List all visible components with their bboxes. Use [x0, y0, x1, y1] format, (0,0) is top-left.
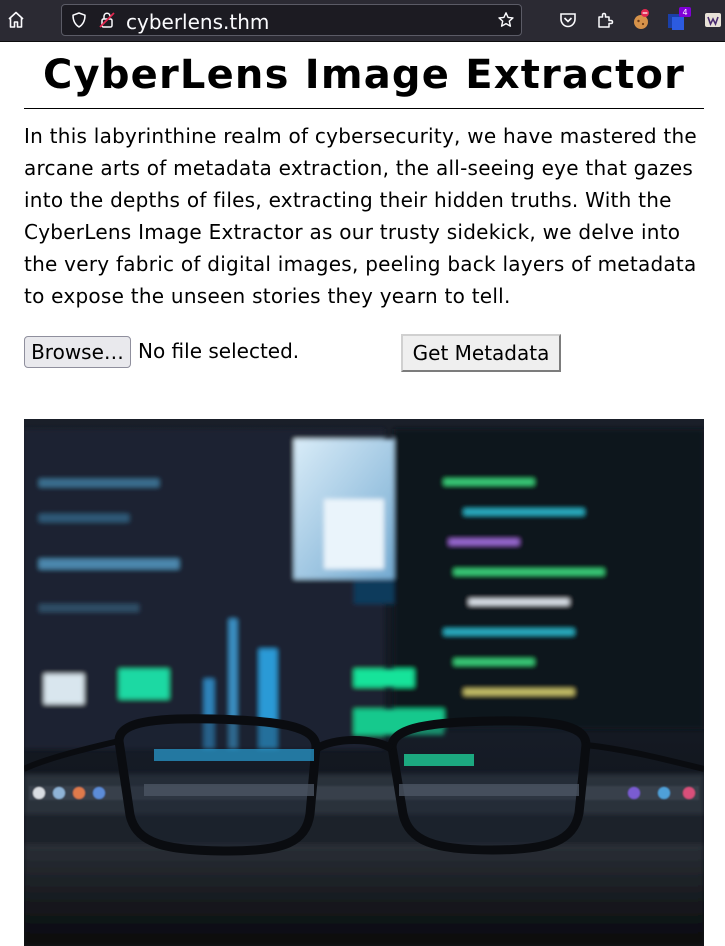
- pocket-icon[interactable]: [557, 9, 579, 31]
- page-title: CyberLens Image Extractor: [43, 52, 685, 98]
- insecure-lock-icon[interactable]: [98, 11, 116, 29]
- browser-toolbar: cyberlens.thm 4: [0, 0, 725, 42]
- home-icon[interactable]: [5, 9, 27, 31]
- bookmark-star-icon[interactable]: [497, 11, 515, 29]
- tracking-protection-icon[interactable]: [70, 11, 88, 29]
- cookie-extension-icon[interactable]: [630, 9, 652, 31]
- extension-badge-count: 4: [682, 8, 687, 17]
- title-divider: [24, 108, 704, 109]
- foxyproxy-extension-icon[interactable]: 4: [665, 6, 691, 32]
- get-metadata-button[interactable]: Get Metadata: [401, 334, 561, 372]
- file-selection-status: No file selected.: [138, 339, 300, 363]
- wappalyzer-extension-icon[interactable]: [702, 9, 724, 31]
- url-text[interactable]: cyberlens.thm: [126, 10, 269, 34]
- extensions-puzzle-icon[interactable]: [594, 9, 616, 31]
- address-bar[interactable]: cyberlens.thm: [61, 4, 522, 36]
- hero-image-graphic: [24, 419, 704, 946]
- browse-file-button[interactable]: Browse…: [24, 336, 131, 368]
- hero-image: [24, 419, 704, 946]
- intro-paragraph: In this labyrinthine realm of cybersecur…: [24, 124, 697, 308]
